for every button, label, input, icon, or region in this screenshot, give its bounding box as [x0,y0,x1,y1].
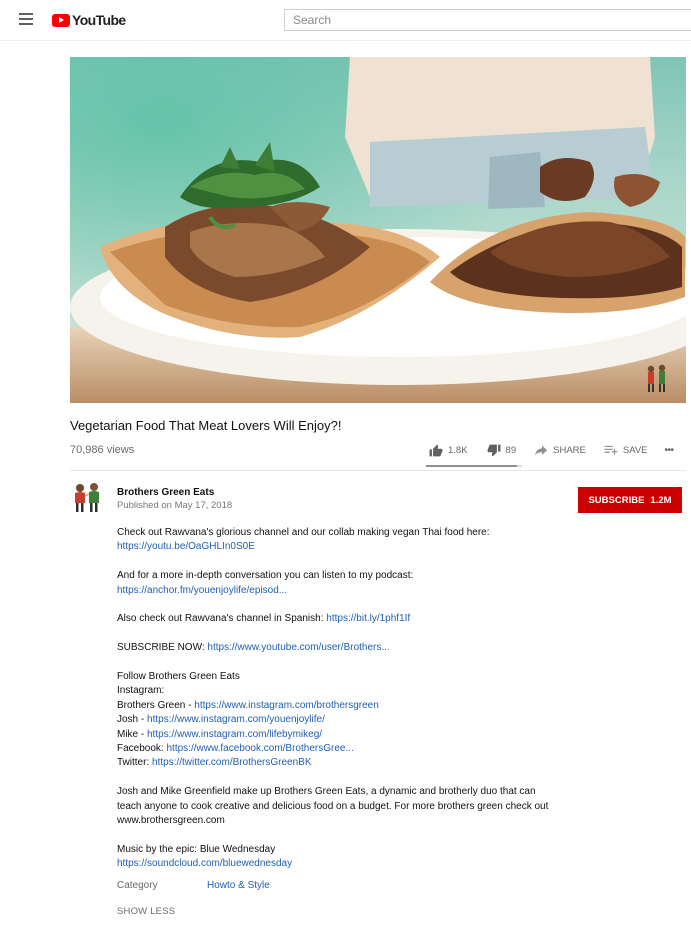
twitter-link[interactable]: https://twitter.com/BrothersGreenBK [152,757,312,768]
subscribe-label: SUBSCRIBE [588,494,645,506]
publish-date: Published on May 17, 2018 [117,500,233,511]
more-actions-icon: ••• [664,444,675,456]
dislike-count: 89 [505,444,517,456]
hamburger-menu-icon[interactable] [19,13,33,25]
channel-avatar[interactable] [70,480,104,514]
dislike-button[interactable]: 89 [487,444,517,457]
channel-name[interactable]: Brothers Green Eats [117,487,214,498]
instagram-josh-link[interactable]: https://www.instagram.com/youenjoylife/ [147,714,325,725]
video-player[interactable] [70,57,686,403]
video-title: Vegetarian Food That Meat Lovers Will En… [70,418,342,433]
thumbs-down-icon [487,444,500,456]
masthead: YouTube [0,0,691,40]
podcast-link[interactable]: https://anchor.fm/youenjoylife/episod... [117,585,287,596]
category-label: Category [117,880,158,891]
search-input[interactable] [284,9,691,31]
description-line: Brothers Green - [117,699,195,711]
instagram-brothers-link[interactable]: https://www.instagram.com/brothersgreen [194,700,379,711]
brothers-avatar-icon [70,480,104,514]
save-button[interactable]: SAVE [604,445,648,456]
sentiment-bar-likes [426,465,518,467]
description-line: Mike - [117,728,147,740]
description-line: Josh and Mike Greenfield make up Brother… [117,786,536,798]
description-line: SUBSCRIBE NOW: [117,642,208,654]
soundcloud-link[interactable]: https://soundcloud.com/bluewednesday [117,858,292,869]
description-line: Music by the epic: Blue Wednesday [117,843,276,855]
description-line: www.brothersgreen.com [117,815,225,827]
share-button[interactable]: SHARE [534,445,586,456]
header-divider [0,40,691,41]
video-description: Check out Rawvana's glorious channel and… [117,526,577,872]
playlist-add-icon [604,445,618,455]
description-link[interactable]: https://youtu.be/OaGHLIn0S0E [117,541,255,552]
play-icon [52,13,70,27]
description-line: Twitter: [117,757,153,769]
subscribe-button[interactable]: SUBSCRIBE 1.2M [578,487,682,513]
subscribe-link[interactable]: https://www.youtube.com/user/Brothers... [207,642,389,653]
share-icon [535,445,548,455]
description-line: teach anyone to cook creative and delici… [117,800,549,812]
share-label: SHARE [553,444,586,456]
subscriber-count: 1.2M [650,494,672,506]
description-line: Josh - [117,714,148,726]
more-actions-button[interactable]: ••• [664,444,675,456]
spanish-channel-link[interactable]: https://bit.ly/1phf1If [326,613,410,624]
category-link[interactable]: Howto & Style [207,880,270,891]
action-bar: 1.8K 89 SHARE SAVE ••• [429,441,674,459]
description-line: And for a more in-depth conversation you… [117,570,414,582]
description-line: Check out Rawvana's glorious channel and… [117,527,490,538]
youtube-logo[interactable]: YouTube [52,10,126,30]
instagram-mike-link[interactable]: https://www.instagram.com/lifebymikeg/ [147,729,322,740]
sentiment-bar [426,465,522,467]
description-line: Facebook: [117,743,167,755]
follow-heading: Follow Brothers Green Eats [117,671,240,682]
like-button[interactable]: 1.8K [429,444,468,457]
logo-text: YouTube [72,12,126,28]
facebook-link[interactable]: https://www.facebook.com/BrothersGree... [166,743,353,754]
like-count: 1.8K [448,444,468,456]
primary-divider [70,470,686,471]
description-line: Also check out Rawvana's channel in Span… [117,613,327,625]
thumbs-up-icon [429,444,443,456]
show-less-button[interactable]: SHOW LESS [117,906,175,917]
view-count: 70,986 views [70,444,135,456]
save-label: SAVE [622,444,648,456]
instagram-label: Instagram: [117,685,165,697]
